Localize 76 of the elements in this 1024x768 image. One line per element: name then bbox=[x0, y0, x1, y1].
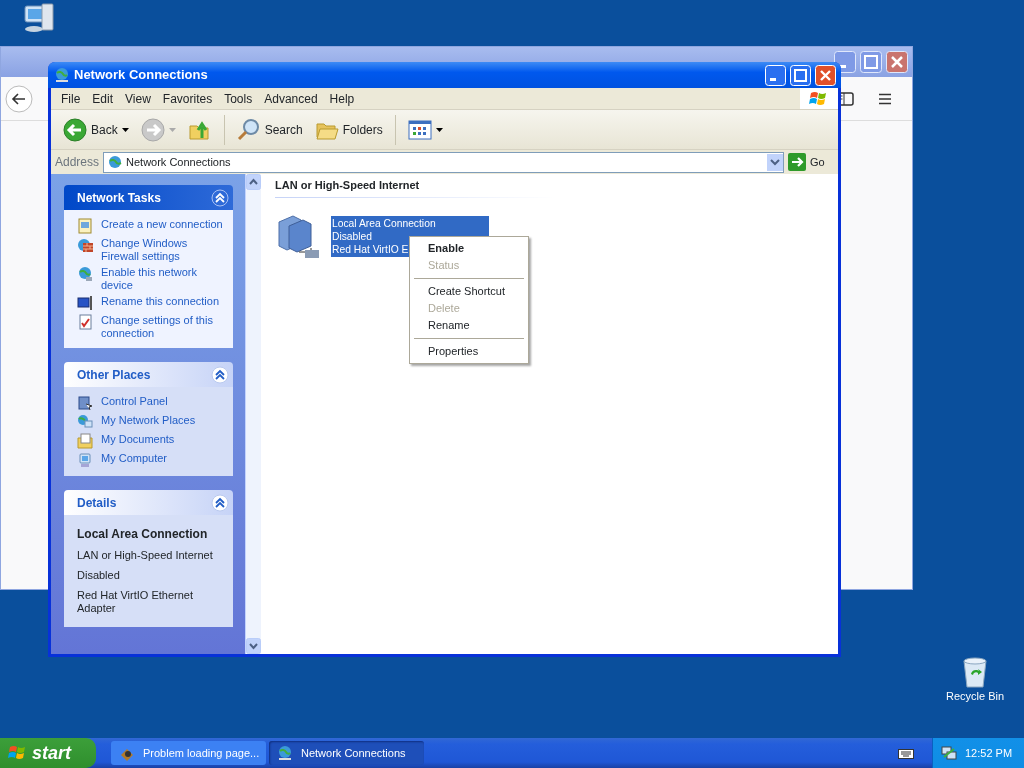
menu-item[interactable]: View bbox=[119, 89, 157, 108]
caret-icon bbox=[168, 127, 176, 132]
menu-item[interactable]: Advanced bbox=[258, 89, 324, 108]
back-icon[interactable] bbox=[5, 84, 33, 113]
pane-title: Other Places bbox=[77, 366, 151, 384]
windows-flag-icon bbox=[809, 89, 829, 108]
scrollbar[interactable] bbox=[245, 174, 261, 654]
caret-icon bbox=[121, 127, 129, 132]
monitor-icon bbox=[77, 395, 93, 411]
globe-icon bbox=[77, 266, 93, 282]
document-icon bbox=[77, 218, 93, 234]
documents-icon bbox=[77, 433, 93, 449]
collapse-icon[interactable] bbox=[211, 493, 229, 512]
collapse-icon[interactable] bbox=[211, 365, 229, 384]
task-link[interactable]: Change Windows Firewall settings bbox=[101, 237, 227, 263]
task-link[interactable]: My Documents bbox=[101, 433, 175, 446]
brick-wall-icon bbox=[77, 237, 93, 253]
menu-icon[interactable] bbox=[878, 92, 892, 105]
pane-title: Details bbox=[77, 494, 117, 512]
search-icon bbox=[236, 117, 261, 142]
menu-item[interactable]: Create Shortcut bbox=[412, 283, 526, 300]
address-label: Address bbox=[54, 154, 101, 171]
detail-text: Red Hat VirtIO Ethernet Adapter bbox=[77, 589, 194, 615]
task-link[interactable]: Control Panel bbox=[101, 395, 168, 408]
detail-text: Disabled bbox=[77, 569, 121, 582]
computer-icon bbox=[77, 452, 93, 468]
network-icon bbox=[54, 67, 70, 83]
menu-item[interactable]: Properties bbox=[412, 343, 526, 360]
views-icon bbox=[407, 117, 432, 142]
detail-heading: Local Area Connection bbox=[77, 526, 209, 543]
address-field[interactable]: Network Connections bbox=[103, 151, 784, 173]
maximize-icon[interactable] bbox=[860, 51, 882, 73]
menu-item[interactable]: Favorites bbox=[156, 89, 219, 108]
windows-flag-icon bbox=[8, 744, 28, 762]
scroll-up-icon[interactable] bbox=[246, 174, 261, 190]
toolbar-button[interactable]: Search bbox=[232, 117, 307, 142]
keyboard-icon[interactable] bbox=[898, 747, 914, 759]
menu-item[interactable]: Tools bbox=[218, 89, 259, 108]
caret-icon bbox=[435, 127, 443, 132]
menu-item[interactable]: File bbox=[55, 89, 87, 108]
clock: 12:52 PM bbox=[965, 745, 1013, 761]
go-button[interactable]: Go bbox=[784, 153, 838, 171]
taskbar-button[interactable]: Network Connections bbox=[269, 741, 424, 765]
collapse-icon[interactable] bbox=[211, 188, 229, 207]
detail-text: LAN or High-Speed Internet bbox=[77, 549, 214, 562]
window-title: Network Connections bbox=[74, 66, 209, 85]
network-icon bbox=[277, 745, 293, 761]
task-link[interactable]: Change settings of this connection bbox=[101, 314, 227, 340]
checklist-icon bbox=[77, 314, 93, 330]
task-link[interactable]: My Network Places bbox=[101, 414, 196, 427]
task-link[interactable]: Create a new connection bbox=[101, 218, 223, 231]
close-icon[interactable] bbox=[886, 51, 908, 73]
arrow-icon bbox=[788, 153, 806, 171]
task-link[interactable]: Rename this connection bbox=[101, 295, 219, 308]
network-computer-icon bbox=[77, 414, 93, 430]
scroll-down-icon[interactable] bbox=[246, 638, 261, 654]
task-link[interactable]: Enable this network device bbox=[101, 266, 227, 292]
menu-item[interactable]: Edit bbox=[86, 89, 120, 108]
menu-item[interactable]: Help bbox=[323, 89, 361, 108]
menu-item[interactable]: Rename bbox=[412, 317, 526, 334]
sidebar-icon[interactable] bbox=[838, 91, 854, 106]
dropdown-icon[interactable] bbox=[767, 153, 783, 171]
toolbar-button[interactable]: Folders bbox=[310, 117, 387, 142]
pane-title: Network Tasks bbox=[77, 189, 161, 207]
taskbar-button[interactable]: Problem loading page... bbox=[111, 741, 266, 765]
menu-item[interactable]: Enable bbox=[412, 240, 526, 257]
monitor-icon bbox=[77, 295, 93, 311]
recycle-bin-icon[interactable] bbox=[960, 656, 990, 688]
network-icon bbox=[108, 155, 123, 169]
network-tray-icon[interactable] bbox=[941, 745, 957, 761]
forward-icon bbox=[140, 117, 165, 142]
task-link[interactable]: My Computer bbox=[101, 452, 168, 465]
toolbar-button[interactable]: Back bbox=[59, 117, 133, 142]
start-button[interactable]: start bbox=[0, 738, 96, 768]
back-icon bbox=[63, 117, 87, 142]
icon-label: Recycle Bin bbox=[945, 689, 1005, 704]
